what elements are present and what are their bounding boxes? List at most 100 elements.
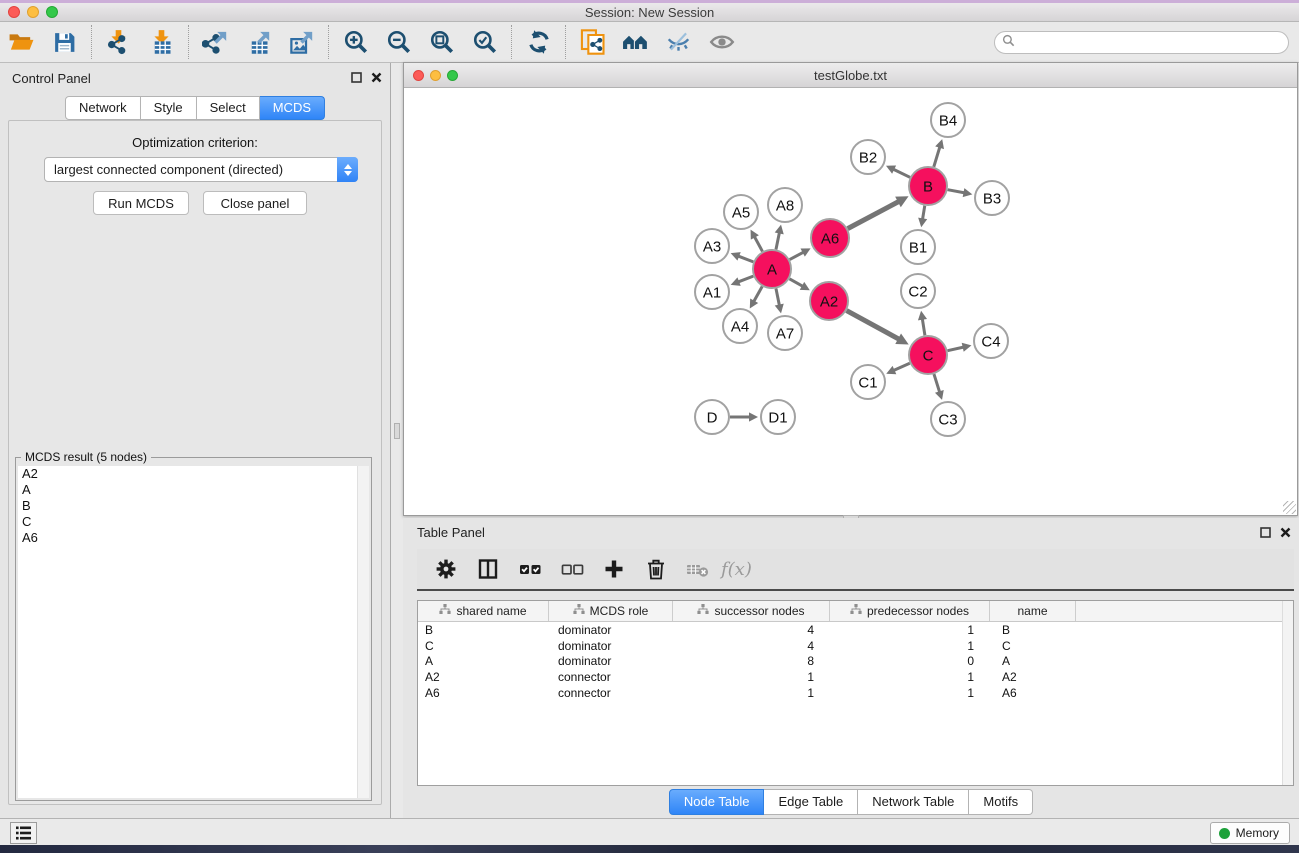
tab-mcds[interactable]: MCDS [260,96,325,120]
network-graph[interactable]: B4B2BB3A8A5A6A3B1AA1C2A2A4A7C4CC1C3DD1 [404,88,1297,515]
search-box[interactable] [994,31,1289,54]
table-cell[interactable]: 0 [830,654,990,668]
zoom-in-icon[interactable] [334,24,377,60]
table-scrollbar[interactable] [1282,601,1293,785]
delete-table-icon[interactable] [679,552,717,586]
result-item[interactable]: B [18,498,369,514]
graph-edge[interactable] [737,256,753,262]
result-item[interactable]: A2 [18,466,369,482]
show-eye-icon[interactable] [700,24,743,60]
table-header[interactable]: shared nameMCDS rolesuccessor nodesprede… [418,601,1293,622]
table-cell[interactable]: 8 [673,654,830,668]
graph-edge[interactable] [948,190,966,193]
graph-edge[interactable] [922,318,925,336]
memory-button[interactable]: Memory [1210,822,1290,844]
save-icon[interactable] [43,24,86,60]
columns-icon[interactable] [469,552,507,586]
graph-edge[interactable] [892,169,910,178]
refresh-icon[interactable] [517,24,560,60]
table-row[interactable]: Bdominator41B [418,622,1293,638]
zoom-out-icon[interactable] [377,24,420,60]
search-input[interactable] [1020,36,1288,50]
column-header-predecessor-nodes[interactable]: predecessor nodes [830,601,990,621]
close-icon[interactable] [371,70,382,88]
network-canvas[interactable]: B4B2BB3A8A5A6A3B1AA1C2A2A4A7C4CC1C3DD1 [404,88,1297,515]
deselect-all-icon[interactable] [553,552,591,586]
add-icon[interactable] [595,552,633,586]
hide-eye-icon[interactable] [657,24,700,60]
close-icon[interactable] [1280,525,1291,543]
graph-edge[interactable] [737,276,753,282]
table-cell[interactable]: connector [549,686,673,700]
node-table[interactable]: shared nameMCDS rolesuccessor nodesprede… [417,600,1294,786]
graph-edge[interactable] [848,201,900,229]
float-icon[interactable] [1260,525,1271,543]
network-window-titlebar[interactable]: testGlobe.txt [404,63,1297,88]
graph-edge[interactable] [776,289,780,307]
graph-edge[interactable] [789,279,803,287]
table-cell[interactable]: A [418,654,549,668]
table-cell[interactable]: 1 [673,686,830,700]
table-cell[interactable]: 1 [830,670,990,684]
column-header-successor-nodes[interactable]: successor nodes [673,601,830,621]
export-table-icon[interactable] [237,24,280,60]
tab-select[interactable]: Select [197,96,260,120]
home-icon[interactable] [614,24,657,60]
tab-edge-table[interactable]: Edge Table [764,789,858,815]
table-cell[interactable]: dominator [549,639,673,653]
run-mcds-button[interactable]: Run MCDS [93,191,189,215]
table-cell[interactable]: A6 [990,686,1076,700]
settings-icon[interactable] [427,552,465,586]
result-item[interactable]: C [18,514,369,530]
table-cell[interactable]: 4 [673,639,830,653]
table-cell[interactable]: connector [549,670,673,684]
graph-edge[interactable] [934,146,940,167]
column-header-name[interactable]: name [990,601,1076,621]
import-network-icon[interactable] [97,24,140,60]
tab-network[interactable]: Network [65,96,141,120]
result-item[interactable]: A6 [18,530,369,546]
split-divider-grip[interactable] [394,423,400,439]
tab-style[interactable]: Style [141,96,197,120]
result-scrollbar[interactable] [357,466,369,798]
delete-icon[interactable] [637,552,675,586]
select-all-icon[interactable] [511,552,549,586]
table-cell[interactable]: B [418,623,549,637]
import-table-icon[interactable] [140,24,183,60]
graph-edge[interactable] [893,363,910,371]
table-cell[interactable]: A6 [418,686,549,700]
graph-edge[interactable] [754,236,763,252]
table-row[interactable]: A6connector11A6 [418,685,1293,701]
tab-motifs[interactable]: Motifs [969,789,1033,815]
export-network-icon[interactable] [194,24,237,60]
table-body[interactable]: Bdominator41BCdominator41CAdominator80AA… [418,622,1293,700]
graph-edge[interactable] [753,286,762,302]
tab-node-table[interactable]: Node Table [669,789,765,815]
table-cell[interactable]: 1 [673,670,830,684]
table-row[interactable]: Adominator80A [418,653,1293,669]
graph-edge[interactable] [790,252,805,260]
network-file-icon[interactable] [571,24,614,60]
table-cell[interactable]: A2 [418,670,549,684]
table-cell[interactable]: 1 [830,686,990,700]
table-row[interactable]: A2connector11A2 [418,669,1293,685]
resize-grip-icon[interactable] [1283,501,1296,514]
table-cell[interactable]: 4 [673,623,830,637]
zoom-selected-icon[interactable] [463,24,506,60]
graph-edge[interactable] [934,374,940,393]
table-cell[interactable]: A [990,654,1076,668]
table-cell[interactable]: dominator [549,623,673,637]
table-cell[interactable]: C [990,639,1076,653]
table-cell[interactable]: dominator [549,654,673,668]
tab-network-table[interactable]: Network Table [858,789,969,815]
column-header-MCDS-role[interactable]: MCDS role [549,601,673,621]
open-folder-icon[interactable] [0,24,43,60]
table-cell[interactable]: A2 [990,670,1076,684]
result-item[interactable]: A [18,482,369,498]
zoom-fit-icon[interactable] [420,24,463,60]
graph-edge[interactable] [922,206,924,221]
optimization-criterion-select[interactable]: largest connected component (directed) [44,157,358,182]
float-icon[interactable] [351,70,362,88]
graph-edge[interactable] [948,347,965,351]
table-row[interactable]: Cdominator41C [418,638,1293,654]
